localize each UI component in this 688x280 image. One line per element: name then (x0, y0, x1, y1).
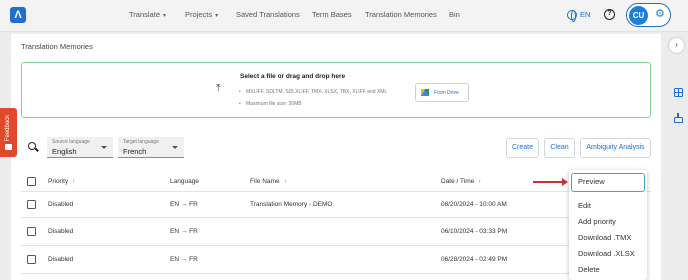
ambiguity-analysis-button[interactable]: Ambiguity Analysis (580, 138, 651, 158)
row-file-name[interactable]: Translation Memory - DEMO (250, 201, 332, 208)
clean-button[interactable]: Clean (544, 138, 575, 158)
column-priority[interactable]: Priority ↑ (48, 178, 75, 185)
create-button[interactable]: Create (506, 138, 539, 158)
from-drive-button[interactable]: From Drive (415, 83, 469, 102)
column-language: Language (170, 178, 199, 185)
sort-arrow-icon: ↑ (72, 179, 76, 185)
search-icon[interactable] (28, 142, 36, 150)
source-language-select[interactable]: Source language English (47, 137, 113, 158)
sort-arrow-icon: ↑ (283, 179, 287, 185)
nav-translation-memories[interactable]: Translation Memories (365, 10, 437, 19)
sort-arrow-icon: ↑ (478, 179, 482, 185)
upload-icon: ⤒ (216, 83, 221, 94)
feedback-label: Feedback (5, 114, 11, 142)
nav-projects[interactable]: Projects ▾ (185, 10, 218, 19)
globe-icon[interactable] (567, 10, 577, 22)
target-language-value: French (123, 147, 147, 156)
table-icon[interactable] (674, 88, 683, 97)
column-priority-label: Priority (48, 178, 69, 185)
avatar[interactable]: CU (629, 6, 648, 25)
menu-item-download-xlsx[interactable]: Download .XLSX (578, 249, 635, 258)
divider (21, 217, 569, 218)
row-checkbox[interactable] (27, 255, 36, 264)
column-file-name-label: File Name (250, 178, 280, 185)
app-logo[interactable]: Λ (10, 7, 26, 23)
source-language-label: Source language (52, 139, 90, 145)
row-language: EN → FR (170, 256, 198, 263)
divider (21, 245, 569, 246)
user-menu[interactable]: CU ⚙ (626, 3, 671, 27)
file-dropzone[interactable]: ⤒ Select a file or drag and drop here MX… (21, 62, 651, 118)
from-drive-label: From Drive (434, 90, 459, 96)
target-language-select[interactable]: Target language French (118, 137, 184, 158)
help-icon[interactable]: ? (604, 9, 615, 20)
menu-item-download-tmx[interactable]: Download .TMX (578, 233, 631, 242)
column-file-name[interactable]: File Name ↑ (250, 178, 287, 185)
menu-item-edit[interactable]: Edit (578, 201, 591, 210)
row-language: EN → FR (170, 201, 198, 208)
chevron-down-icon: ▾ (215, 13, 219, 19)
nav-saved-translations[interactable]: Saved Translations (236, 10, 300, 19)
feedback-tab[interactable]: Feedback (0, 108, 17, 157)
page-title: Translation Memories (21, 42, 93, 51)
row-context-menu: Preview Edit Add priority Download .TMX … (569, 170, 647, 280)
broom-icon[interactable] (674, 113, 683, 123)
top-nav: Λ Translate ▾ Projects ▾ Saved Translation… (0, 0, 688, 32)
expand-panel-chevron-icon[interactable]: › (669, 38, 684, 53)
nav-projects-label: Projects (185, 10, 213, 19)
row-priority: Disabled (48, 201, 74, 208)
menu-item-delete[interactable]: Delete (578, 265, 600, 274)
dropzone-max-size: Maximum file size: 30MB (239, 101, 302, 107)
row-date: 06/10/2024 - 03:33 PM (441, 228, 508, 235)
dropzone-formats: MXLIFF, SDLTM, SDLXLIFF, TMX, XLSX, TBX,… (239, 89, 387, 95)
select-all-checkbox[interactable] (27, 177, 36, 186)
caret-down-icon (172, 146, 178, 149)
divider (21, 273, 569, 274)
message-icon (5, 144, 12, 150)
caret-down-icon (101, 146, 107, 149)
row-checkbox[interactable] (27, 227, 36, 236)
menu-item-preview[interactable]: Preview (571, 173, 645, 192)
row-priority: Disabled (48, 228, 74, 235)
google-drive-icon (421, 89, 429, 96)
main-panel: Translation Memories ⤒ Select a file or … (11, 34, 661, 280)
column-date-time-label: Date / Time (441, 178, 475, 185)
nav-translate-label: Translate (129, 10, 160, 19)
row-date: 08/20/2024 - 10:00 AM (441, 201, 507, 208)
nav-term-bases[interactable]: Term Bases (312, 10, 352, 19)
language-selector[interactable]: EN (580, 10, 590, 19)
row-priority: Disabled (48, 256, 74, 263)
source-language-value: English (52, 147, 77, 156)
menu-item-add-priority[interactable]: Add priority (578, 217, 616, 226)
row-date: 06/28/2024 - 02:49 PM (441, 256, 508, 263)
chevron-down-icon: ▾ (163, 13, 167, 19)
divider (21, 191, 651, 192)
row-language: EN → FR (170, 228, 198, 235)
column-date-time[interactable]: Date / Time ↑ (441, 178, 481, 185)
annotation-arrow (533, 178, 568, 186)
gear-icon[interactable]: ⚙ (655, 9, 666, 20)
nav-translate[interactable]: Translate ▾ (129, 10, 166, 19)
nav-bin[interactable]: Bin (449, 10, 460, 19)
target-language-label: Target language (123, 139, 159, 145)
dropzone-title: Select a file or drag and drop here (240, 73, 346, 80)
row-checkbox[interactable] (27, 200, 36, 209)
